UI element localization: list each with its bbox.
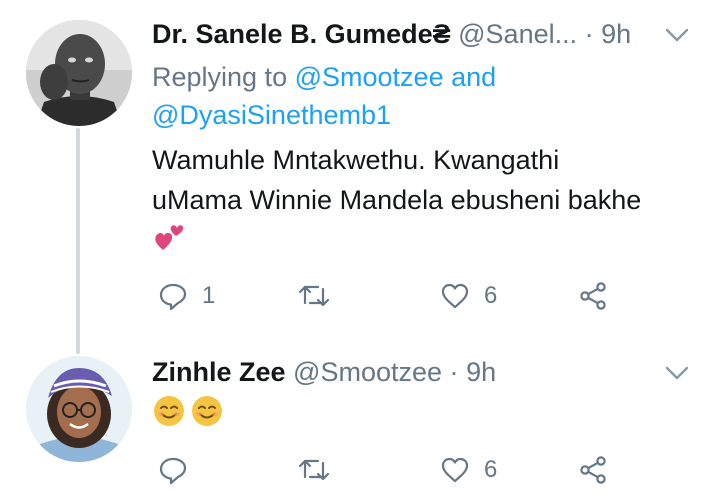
- tweet-actions: 1 6: [152, 276, 622, 316]
- replying-prefix: Replying to: [152, 62, 288, 92]
- retweet-icon: [298, 281, 330, 311]
- name-badge: ₴: [432, 19, 451, 49]
- chevron-down-icon[interactable]: [664, 364, 690, 382]
- tweet-body: Wamuhle Mntakwethu. Kwangathi uMama Winn…: [152, 140, 692, 260]
- user-handle[interactable]: @Smootzee: [293, 357, 442, 387]
- avatar[interactable]: [26, 356, 132, 462]
- like-button[interactable]: 6: [440, 450, 497, 490]
- reply-button[interactable]: 1: [158, 276, 215, 316]
- share-button[interactable]: [578, 450, 608, 490]
- mention-link[interactable]: @Smootzee: [295, 62, 444, 92]
- display-name[interactable]: Dr. Sanele B. Gumede: [152, 19, 433, 49]
- reply-icon: [158, 281, 188, 311]
- separator-dot: ·: [584, 19, 594, 49]
- tweet-card[interactable]: Dr. Sanele B. Gumede₴ @Sanel... · 9h Rep…: [0, 0, 720, 340]
- retweet-button[interactable]: [298, 450, 344, 490]
- heart-emoji: [152, 220, 692, 260]
- tweet-card[interactable]: Zinhle Zee @Smootzee · 9h 6: [0, 340, 720, 494]
- tweet-body: [152, 394, 224, 430]
- chevron-down-icon[interactable]: [664, 26, 690, 44]
- replying-and[interactable]: and: [451, 62, 496, 92]
- user-handle[interactable]: @Sanel...: [458, 19, 577, 49]
- display-name[interactable]: Zinhle Zee: [152, 357, 286, 387]
- smiling-face-emoji: [152, 394, 186, 430]
- heart-icon: [440, 281, 470, 311]
- tweet-thread: Dr. Sanele B. Gumede₴ @Sanel... · 9h Rep…: [0, 0, 720, 494]
- share-button[interactable]: [578, 276, 608, 316]
- tweet-header: Zinhle Zee @Smootzee · 9h: [152, 356, 496, 388]
- tweet-actions: 6: [152, 450, 622, 490]
- reply-button[interactable]: [158, 450, 202, 490]
- tweet-text-line: uMama Winnie Mandela ebusheni bakhe: [152, 185, 642, 215]
- like-count: 6: [484, 456, 498, 483]
- smiling-face-emoji: [190, 394, 224, 430]
- replying-to: Replying to @Smootzee and @DyasiSinethem…: [152, 58, 672, 134]
- reply-icon: [158, 455, 188, 485]
- tweet-text-line: Wamuhle Mntakwethu. Kwangathi: [152, 145, 560, 175]
- avatar[interactable]: [26, 20, 132, 126]
- retweet-icon: [298, 455, 330, 485]
- share-icon: [578, 281, 608, 311]
- tweet-header: Dr. Sanele B. Gumede₴ @Sanel... · 9h: [152, 18, 631, 50]
- retweet-button[interactable]: [298, 276, 344, 316]
- share-icon: [578, 455, 608, 485]
- timestamp[interactable]: 9h: [601, 19, 631, 49]
- separator-dot: ·: [449, 357, 459, 387]
- like-button[interactable]: 6: [440, 276, 497, 316]
- timestamp[interactable]: 9h: [466, 357, 496, 387]
- like-count: 6: [484, 282, 498, 309]
- mention-link[interactable]: @DyasiSinethemb1: [152, 100, 391, 130]
- heart-icon: [440, 455, 470, 485]
- reply-count: 1: [202, 282, 216, 309]
